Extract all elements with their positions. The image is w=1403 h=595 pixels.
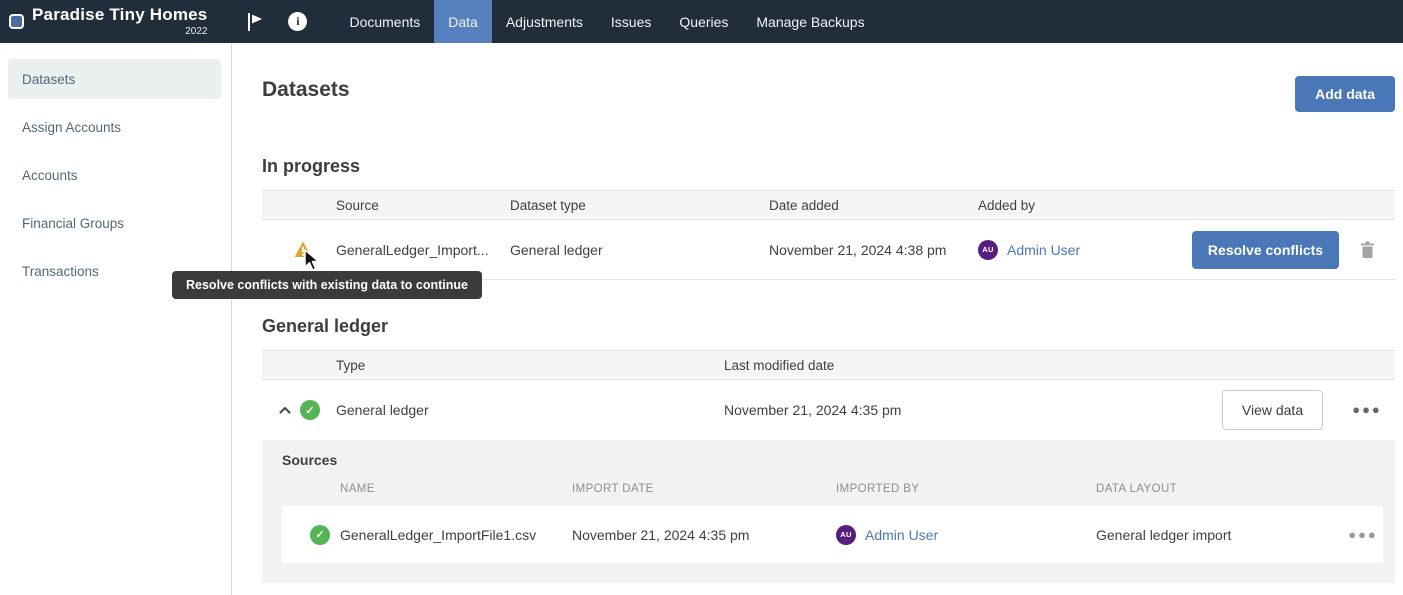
resolve-conflicts-button[interactable]: Resolve conflicts <box>1192 231 1339 269</box>
general-ledger-table-header: Type Last modified date <box>262 350 1395 380</box>
source-name: GeneralLedger_ImportFile1.csv <box>340 527 572 543</box>
sidebar-item-datasets[interactable]: Datasets <box>8 59 221 99</box>
col-dataset-type: Dataset type <box>510 198 769 213</box>
sources-panel: Sources NAME IMPORT DATE IMPORTED BY DAT… <box>262 440 1395 583</box>
general-ledger-table: Type Last modified date ✓ General ledger… <box>262 350 1395 583</box>
source-avatar: AU <box>836 525 856 545</box>
row-source: GeneralLedger_Import... <box>336 242 510 258</box>
info-icon[interactable]: i <box>288 12 307 31</box>
nav-item-documents[interactable]: Documents <box>335 0 434 43</box>
page-title: Datasets <box>262 76 350 104</box>
col-type: Type <box>336 358 724 373</box>
brand-name: Paradise Tiny Homes <box>32 6 207 25</box>
app-logo-icon <box>9 14 24 29</box>
added-by-user-link[interactable]: Admin User <box>1007 242 1080 258</box>
view-data-button[interactable]: View data <box>1222 390 1323 430</box>
col-name: NAME <box>340 483 572 495</box>
row-type: General ledger <box>336 402 724 418</box>
source-menu-icon[interactable]: ●●● <box>1348 530 1378 540</box>
source-success-check-icon: ✓ <box>310 525 330 545</box>
chevron-up-icon[interactable] <box>279 406 291 414</box>
col-import-date: IMPORT DATE <box>572 483 836 495</box>
in-progress-table: Source Dataset type Date added Added by <box>262 190 1395 280</box>
delete-icon[interactable] <box>1360 241 1375 258</box>
add-data-button[interactable]: Add data <box>1295 76 1395 112</box>
success-check-icon: ✓ <box>300 400 320 420</box>
app-brand[interactable]: Paradise Tiny Homes 2022 <box>0 0 207 43</box>
in-progress-table-header: Source Dataset type Date added Added by <box>262 190 1395 220</box>
row-date-added: November 21, 2024 4:38 pm <box>769 242 978 258</box>
sidebar-item-financial-groups[interactable]: Financial Groups <box>8 203 221 243</box>
warning-icon[interactable] <box>294 241 312 258</box>
main-nav: Documents Data Adjustments Issues Querie… <box>335 0 878 43</box>
general-ledger-heading: General ledger <box>262 316 1395 337</box>
col-data-layout: DATA LAYOUT <box>1096 483 1343 495</box>
nav-item-data[interactable]: Data <box>434 0 492 43</box>
source-row: ✓ GeneralLedger_ImportFile1.csv November… <box>282 506 1383 563</box>
row-menu-icon[interactable]: ●●● <box>1352 405 1382 415</box>
row-dataset-type: General ledger <box>510 242 769 258</box>
col-last-modified: Last modified date <box>724 358 1222 373</box>
avatar: AU <box>978 240 998 260</box>
flag-icon[interactable] <box>245 0 264 43</box>
tooltip: Resolve conflicts with existing data to … <box>172 271 482 299</box>
top-navbar: Paradise Tiny Homes 2022 i Documents Dat… <box>0 0 1403 43</box>
col-date-added: Date added <box>769 198 978 213</box>
nav-item-adjustments[interactable]: Adjustments <box>492 0 597 43</box>
nav-item-manage-backups[interactable]: Manage Backups <box>742 0 878 43</box>
sidebar: Datasets Assign Accounts Accounts Financ… <box>0 43 232 595</box>
nav-item-issues[interactable]: Issues <box>597 0 665 43</box>
row-last-modified: November 21, 2024 4:35 pm <box>724 402 1222 418</box>
brand-year: 2022 <box>32 26 207 37</box>
col-added-by: Added by <box>978 198 1192 213</box>
col-source: Source <box>336 198 510 213</box>
main-content: Datasets Add data In progress Source Dat… <box>232 43 1403 595</box>
sidebar-item-assign-accounts[interactable]: Assign Accounts <box>8 107 221 147</box>
sources-heading: Sources <box>282 452 1383 468</box>
source-import-date: November 21, 2024 4:35 pm <box>572 527 836 543</box>
source-data-layout: General ledger import <box>1096 527 1343 543</box>
col-imported-by: IMPORTED BY <box>836 483 1096 495</box>
sidebar-item-accounts[interactable]: Accounts <box>8 155 221 195</box>
source-imported-by-link[interactable]: Admin User <box>865 527 938 543</box>
in-progress-heading: In progress <box>262 156 1395 177</box>
sources-table-header: NAME IMPORT DATE IMPORTED BY DATA LAYOUT <box>282 476 1383 502</box>
nav-item-queries[interactable]: Queries <box>665 0 742 43</box>
general-ledger-row: ✓ General ledger November 21, 2024 4:35 … <box>262 380 1395 440</box>
